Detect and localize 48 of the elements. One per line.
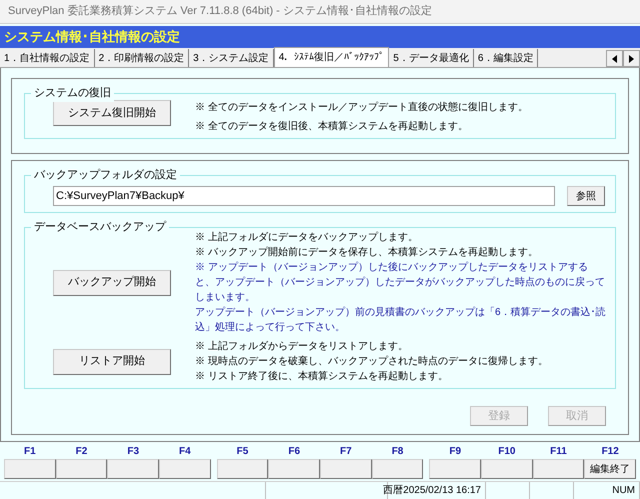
- note-text: ※ アップデート（バージョンアップ）した後にバックアップしたデータをリストアすると、アップデート（バージョンアップ）したデータがバックアップした時点のものに戻ってしまいます。: [195, 260, 606, 305]
- note-text: アップデート（バージョンアップ）前の見積書のバックアップは「6．積算データの書込･読込」処理によって行って下さい。: [195, 306, 607, 335]
- function-key-label: F8: [392, 445, 404, 459]
- function-key-button[interactable]: [216, 459, 268, 479]
- right-triangle-icon: [628, 54, 635, 64]
- function-key-button[interactable]: 編集終了: [584, 459, 636, 479]
- restore-system-button[interactable]: システム復旧開始: [53, 100, 171, 126]
- browse-button[interactable]: 参照: [567, 186, 605, 206]
- note-text: ※ 現時点のデータを破棄し、バックアップされた時点のデータに復帰します。: [195, 354, 549, 369]
- note-text: ※ 全てのデータを復旧後、本積算システムを再起動します。: [195, 120, 469, 134]
- function-key-label: F2: [76, 445, 88, 459]
- function-key-label: F4: [179, 445, 191, 459]
- backup-start-button[interactable]: バックアップ開始: [53, 270, 171, 296]
- function-key-label: F9: [449, 445, 462, 459]
- function-key-button[interactable]: [159, 459, 211, 479]
- note-text: ※ バックアップ開始前にデータを保存し、本積算システムを再起動します。: [195, 246, 539, 260]
- window-title: SurveyPlan 委託業務積算システム Ver 7.11.8.8 (64bit) - システム情報･自社情報の設定: [8, 4, 432, 20]
- function-key-label: F1: [24, 445, 36, 459]
- function-key-button[interactable]: [268, 459, 320, 479]
- function-key-button[interactable]: [320, 459, 372, 479]
- function-key-button[interactable]: [372, 459, 424, 479]
- function-key-button[interactable]: [481, 459, 533, 479]
- function-key-label: F11: [550, 445, 567, 459]
- group-legend: システムの復旧: [31, 85, 114, 102]
- note-text: ※ 全てのデータをインストール／アップデート直後の状態に復旧します。: [195, 100, 528, 115]
- function-key-button[interactable]: [429, 459, 482, 479]
- scroll-right-button[interactable]: [623, 50, 640, 67]
- function-key-label: F10: [498, 445, 516, 459]
- note-text: ※ 上記フォルダにデータをバックアップします。: [195, 230, 419, 245]
- note-text: ※ リストア終了後に、本積算システムを再起動します。: [195, 370, 449, 384]
- function-key-label: F5: [236, 445, 248, 459]
- header-title: システム情報･自社情報の設定: [4, 28, 180, 46]
- function-key-label: F7: [340, 445, 352, 459]
- status-text: 西暦2025/02/13 16:17: [383, 484, 481, 498]
- function-key-button[interactable]: [532, 459, 584, 479]
- note-text: ※ 上記フォルダからデータをリストアします。: [195, 340, 409, 354]
- status-text: NUM: [612, 484, 635, 498]
- function-key-label: F12: [602, 445, 619, 459]
- function-key-label: F3: [127, 445, 140, 459]
- left-triangle-icon: [611, 54, 618, 64]
- function-key-button[interactable]: [4, 459, 56, 479]
- restore-start-button[interactable]: リストア開始: [53, 348, 171, 374]
- function-key-button[interactable]: [107, 459, 160, 479]
- function-key-label: F6: [288, 445, 300, 459]
- folder-path-field[interactable]: C:¥SurveyPlan7¥Backup¥: [53, 186, 555, 206]
- function-key-button[interactable]: [56, 459, 108, 479]
- scroll-left-button[interactable]: [606, 50, 623, 67]
- tab[interactable]: 4．ｼｽﾃﾑ復旧／ﾊﾞｯｸｱｯﾌﾟ: [274, 47, 390, 67]
